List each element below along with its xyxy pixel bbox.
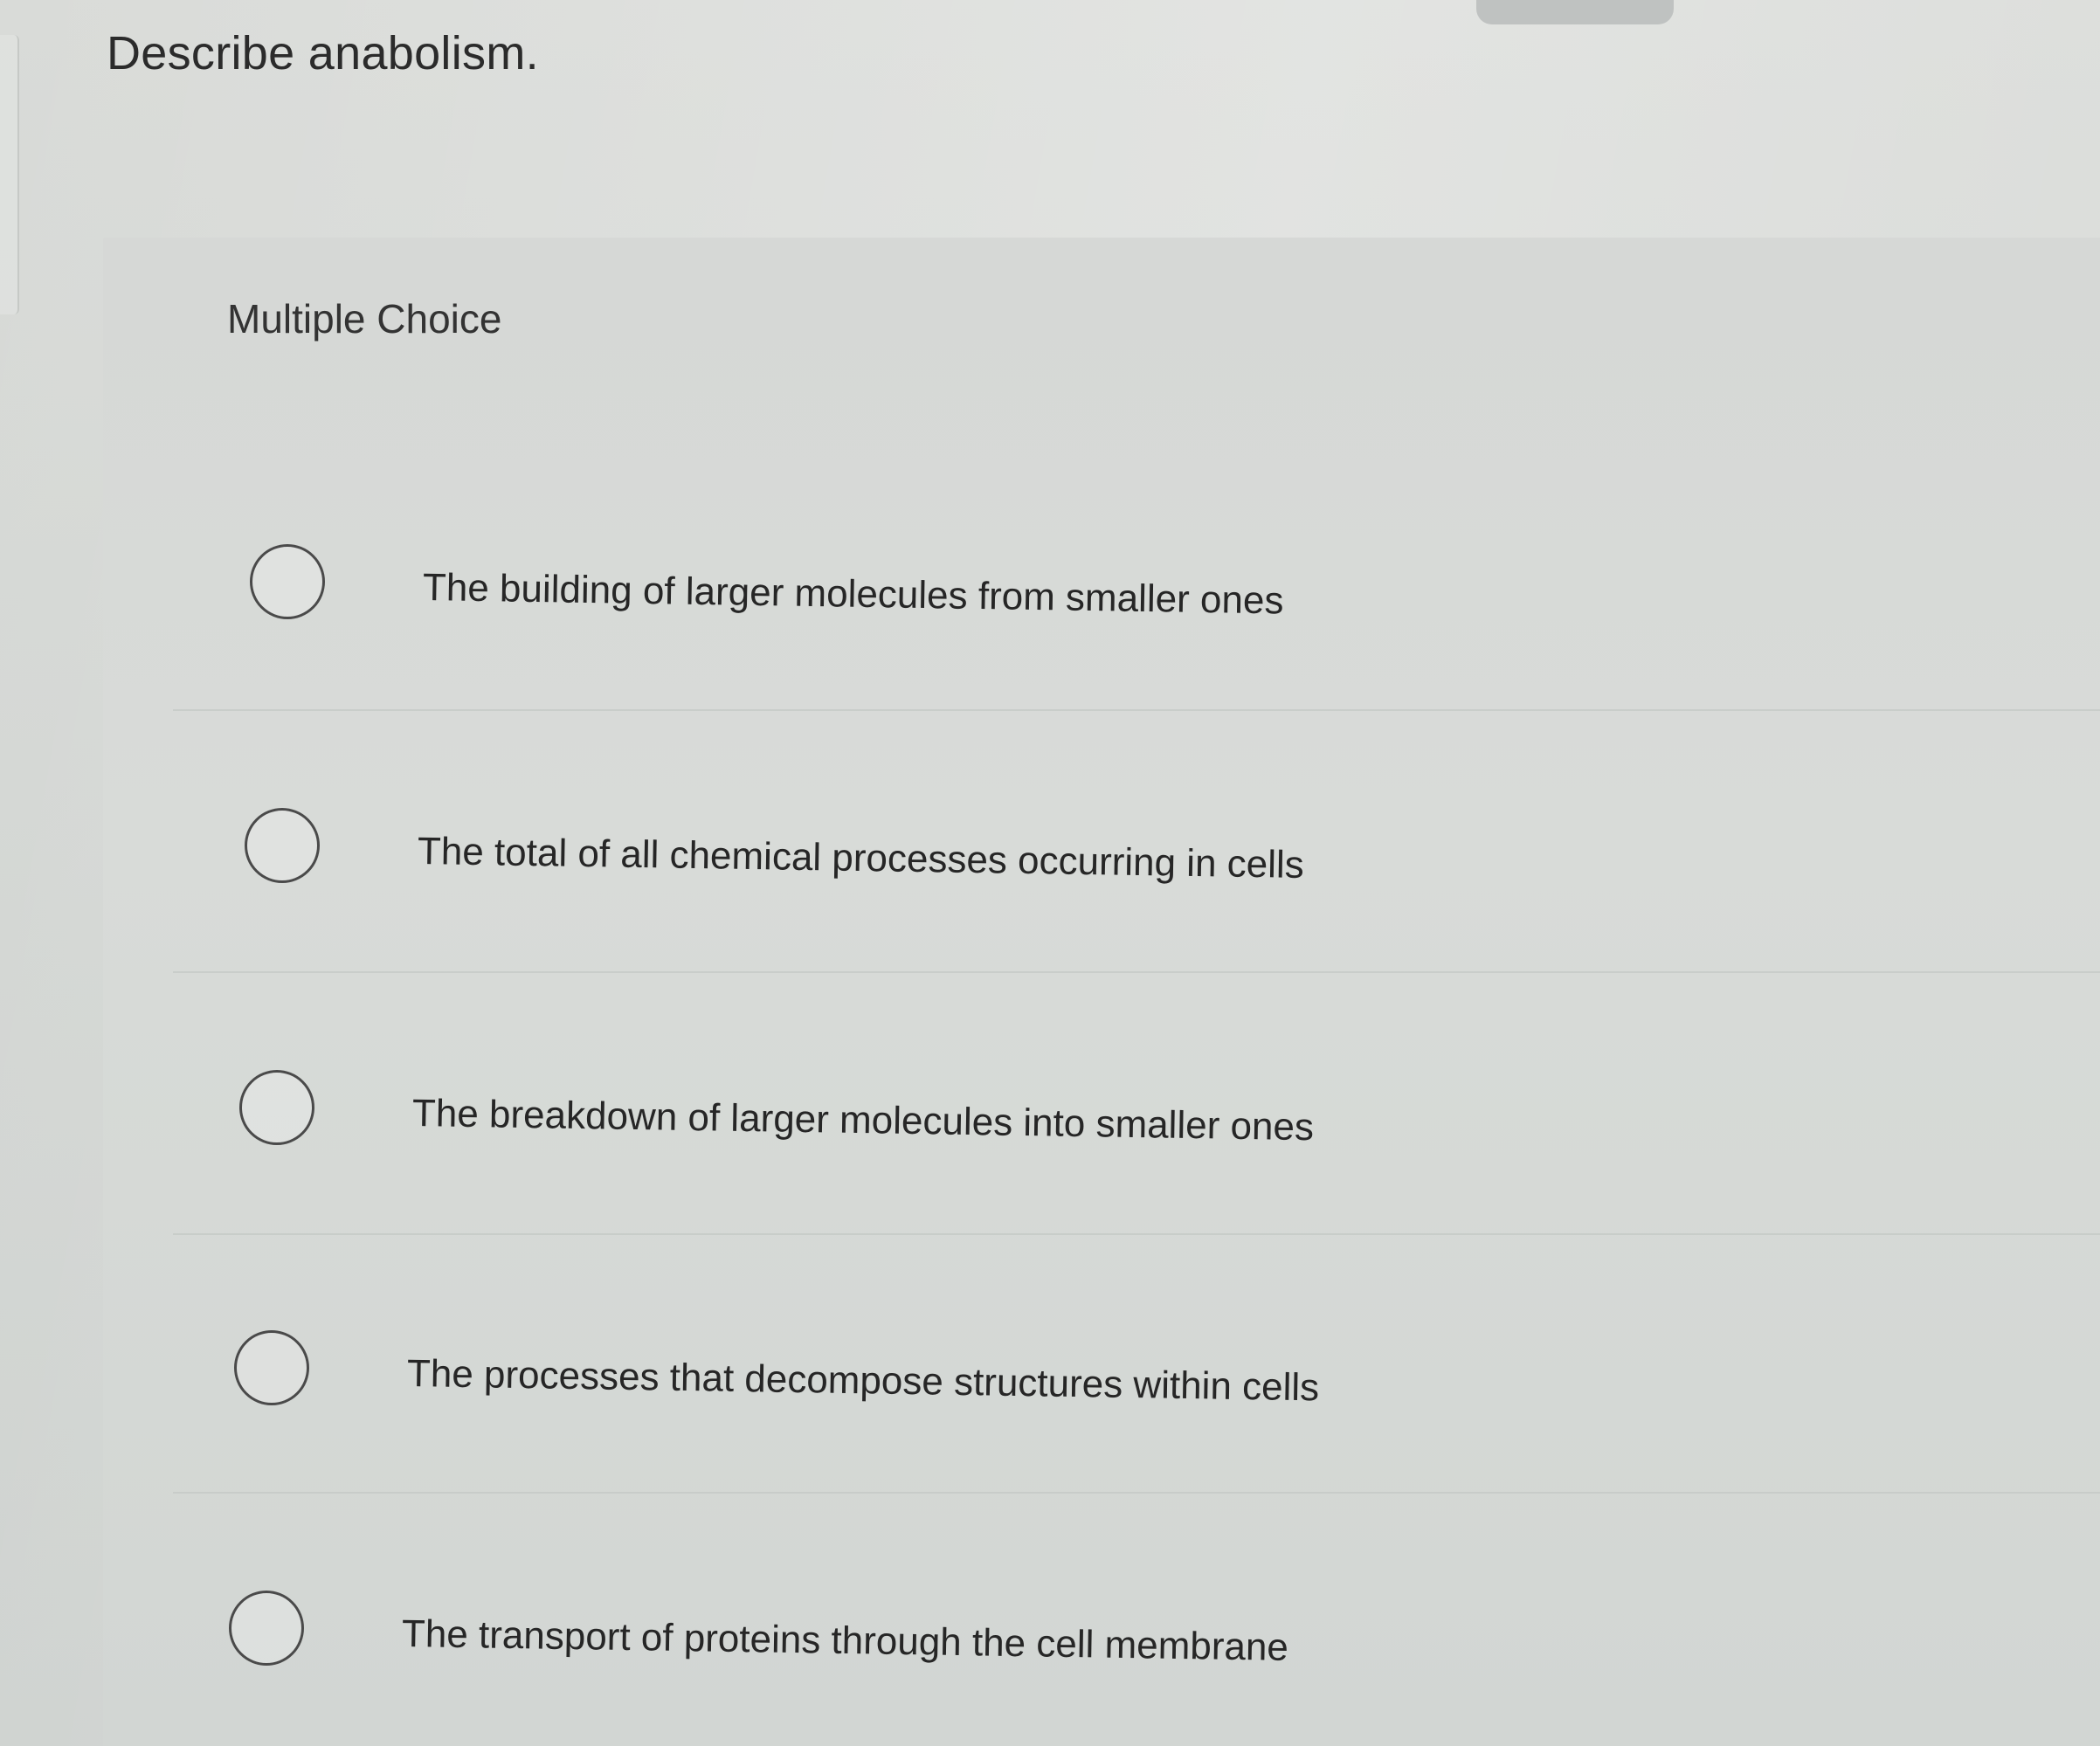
- radio-button[interactable]: [229, 1591, 304, 1666]
- answer-option-label: The breakdown of larger molecules into s…: [411, 1092, 1315, 1149]
- answer-option-label: The total of all chemical processes occu…: [417, 830, 1305, 887]
- radio-button[interactable]: [234, 1330, 309, 1405]
- option-divider: [173, 1492, 2100, 1494]
- radio-button[interactable]: [250, 544, 325, 619]
- answer-option-2[interactable]: The total of all chemical processes occu…: [103, 797, 2100, 910]
- answer-option-label: The processes that decompose structures …: [406, 1352, 1320, 1410]
- option-divider: [173, 1233, 2100, 1235]
- answer-option-label: The building of larger molecules from sm…: [422, 566, 1284, 623]
- answer-option-5[interactable]: The transport of proteins through the ce…: [103, 1579, 2100, 1693]
- left-edge-panel: [0, 35, 19, 314]
- option-divider: [173, 971, 2100, 973]
- top-tab-edge: [1476, 0, 1674, 24]
- answer-option-1[interactable]: The building of larger molecules from sm…: [103, 533, 2100, 646]
- radio-button[interactable]: [239, 1070, 314, 1145]
- answer-option-label: The transport of proteins through the ce…: [401, 1612, 1289, 1669]
- answer-option-3[interactable]: The breakdown of larger molecules into s…: [103, 1059, 2100, 1172]
- panel-heading: Multiple Choice: [227, 296, 502, 342]
- radio-button[interactable]: [245, 808, 320, 883]
- multiple-choice-panel: Multiple Choice The building of larger m…: [103, 238, 2100, 1746]
- answer-option-4[interactable]: The processes that decompose structures …: [103, 1319, 2100, 1432]
- question-text: Describe anabolism.: [107, 27, 539, 79]
- option-divider: [173, 709, 2100, 711]
